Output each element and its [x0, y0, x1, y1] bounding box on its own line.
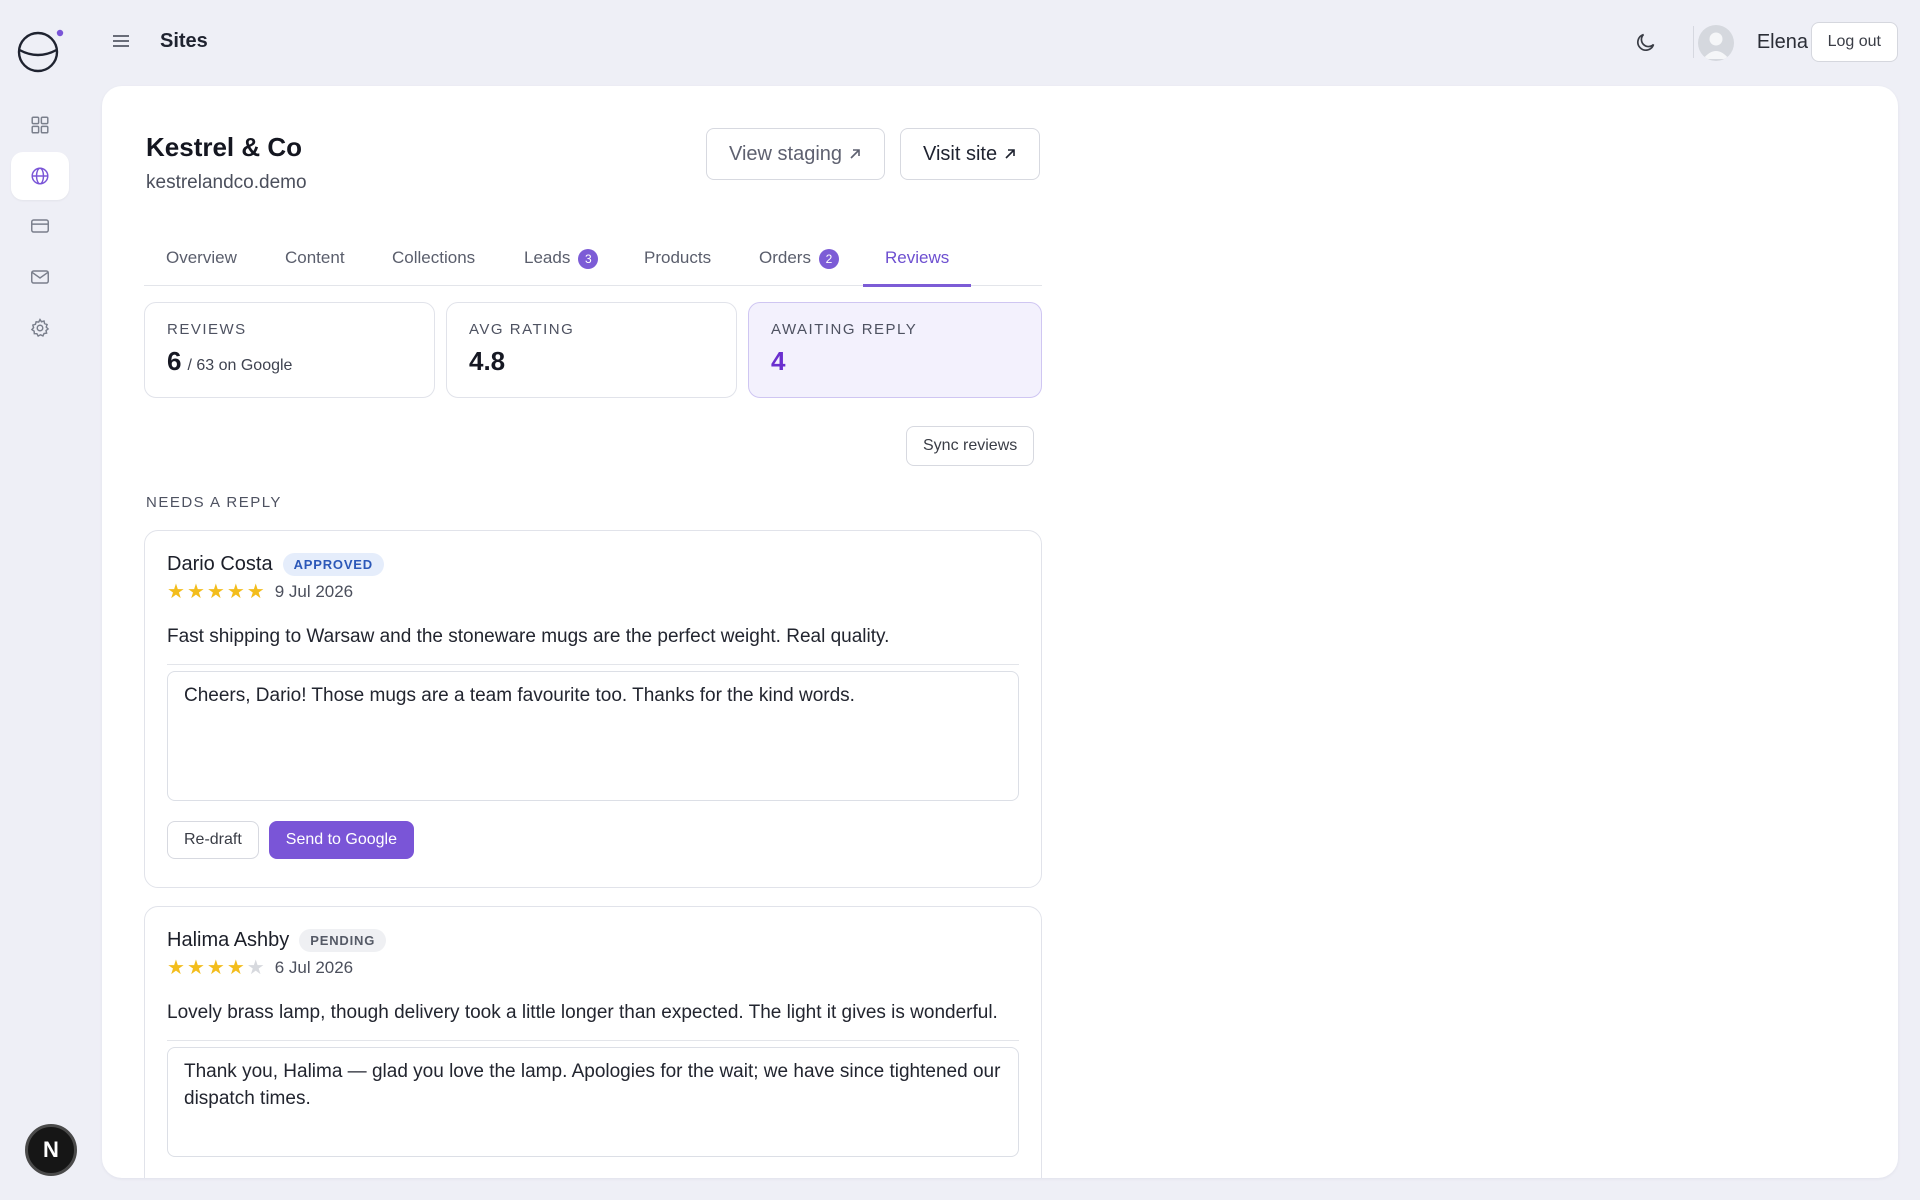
star-icon: ★ [167, 957, 185, 979]
status-badge: APPROVED [282, 553, 384, 576]
reviewer-name: Halima Ashby [167, 929, 290, 951]
tab-reviews[interactable]: Reviews [862, 236, 972, 287]
tab-products[interactable]: Products [644, 236, 711, 286]
status-badge: PENDING [299, 929, 387, 952]
orders-count-badge: 2 [818, 249, 839, 269]
review-divider [167, 1040, 1019, 1041]
next-badge[interactable]: N [25, 1124, 77, 1176]
logout-button[interactable]: Log out [1810, 22, 1898, 62]
tab-overview[interactable]: Overview [166, 236, 237, 286]
star-icon: ★ [226, 581, 245, 603]
tab-orders[interactable]: Orders 2 [759, 236, 839, 286]
external-link-icon [850, 149, 860, 159]
send-to-google-button[interactable]: Send to Google [268, 821, 414, 859]
visit-site-label: Visit site [923, 142, 998, 165]
star-icon: ★ [226, 957, 245, 979]
review-date: 6 Jul 2026 [274, 958, 354, 977]
moon-icon[interactable] [1634, 30, 1658, 54]
star-icon: ★ [246, 581, 265, 603]
star-icon: ★ [206, 957, 225, 979]
review-card: Dario Costa APPROVED ★ ★ ★ ★ ★ 9 Jul 202… [144, 530, 1042, 888]
menu-icon[interactable] [110, 30, 132, 52]
sync-reviews-button[interactable]: Sync reviews [906, 426, 1035, 466]
star-icon: ★ [246, 957, 265, 979]
main-panel: Kestrel & Co kestrelandco.demo View stag… [102, 86, 1898, 1178]
tab-leads[interactable]: Leads 3 [524, 236, 599, 286]
top-bar: Sites Elena Log out [82, 0, 1920, 84]
reply-textarea[interactable]: Thank you, Halima — glad you love the la… [167, 1047, 1019, 1157]
tab-content[interactable]: Content [285, 236, 345, 286]
sidebar-item-billing[interactable] [11, 202, 69, 250]
view-staging-label: View staging [729, 142, 843, 165]
avatar[interactable] [1698, 25, 1734, 61]
user-name: Elena [1756, 31, 1808, 53]
reply-textarea[interactable]: Cheers, Dario! Those mugs are a team fav… [167, 671, 1019, 801]
stat-reviews: REVIEWS 6 / 63 on Google [144, 302, 435, 398]
star-icon: ★ [206, 581, 225, 603]
review-card: Halima Ashby PENDING ★ ★ ★ ★ ★ 6 Jul 202… [144, 906, 1042, 1178]
external-link-icon [1005, 149, 1015, 159]
sidebar-item-dashboard[interactable] [11, 101, 69, 149]
stat-awaiting-reply[interactable]: AWAITING REPLY 4 [748, 302, 1042, 398]
grid-icon [31, 116, 49, 134]
stat-avg-rating: AVG RATING 4.8 [446, 302, 737, 398]
gear-icon [30, 318, 50, 338]
credit-card-icon [31, 219, 49, 233]
site-name: Kestrel & Co [146, 132, 303, 162]
review-divider [167, 664, 1019, 665]
review-text: Lovely brass lamp, though delivery took … [167, 1002, 998, 1023]
star-icon: ★ [186, 957, 205, 979]
planet-logo-icon[interactable] [16, 26, 64, 74]
star-icon: ★ [186, 581, 205, 603]
star-rating: ★ ★ ★ ★ ★ [167, 582, 265, 602]
site-domain: kestrelandco.demo [146, 172, 307, 193]
section-label: NEEDS A REPLY [146, 494, 282, 511]
topbar-divider [1693, 26, 1694, 58]
sidebar-item-settings[interactable] [11, 304, 69, 352]
star-rating: ★ ★ ★ ★ ★ [167, 958, 265, 978]
globe-icon [31, 167, 49, 185]
review-date: 9 Jul 2026 [274, 582, 354, 601]
star-icon: ★ [167, 581, 185, 603]
visit-site-button[interactable]: Visit site [900, 128, 1041, 180]
mail-icon [31, 270, 49, 284]
site-tabs: Overview Content Collections Leads 3 Prod… [144, 236, 1042, 287]
sidebar-item-mail[interactable] [11, 253, 69, 301]
tab-collections[interactable]: Collections [392, 236, 475, 286]
sidebar-item-sites[interactable] [11, 152, 69, 200]
view-staging-button[interactable]: View staging [706, 128, 886, 180]
review-text: Fast shipping to Warsaw and the stonewar… [167, 626, 890, 647]
redraft-button[interactable]: Re-draft [167, 821, 259, 859]
reviewer-name: Dario Costa [167, 553, 273, 575]
leads-count-badge: 3 [578, 249, 599, 269]
left-rail: N [0, 0, 82, 1200]
page-title: Sites [160, 30, 208, 52]
